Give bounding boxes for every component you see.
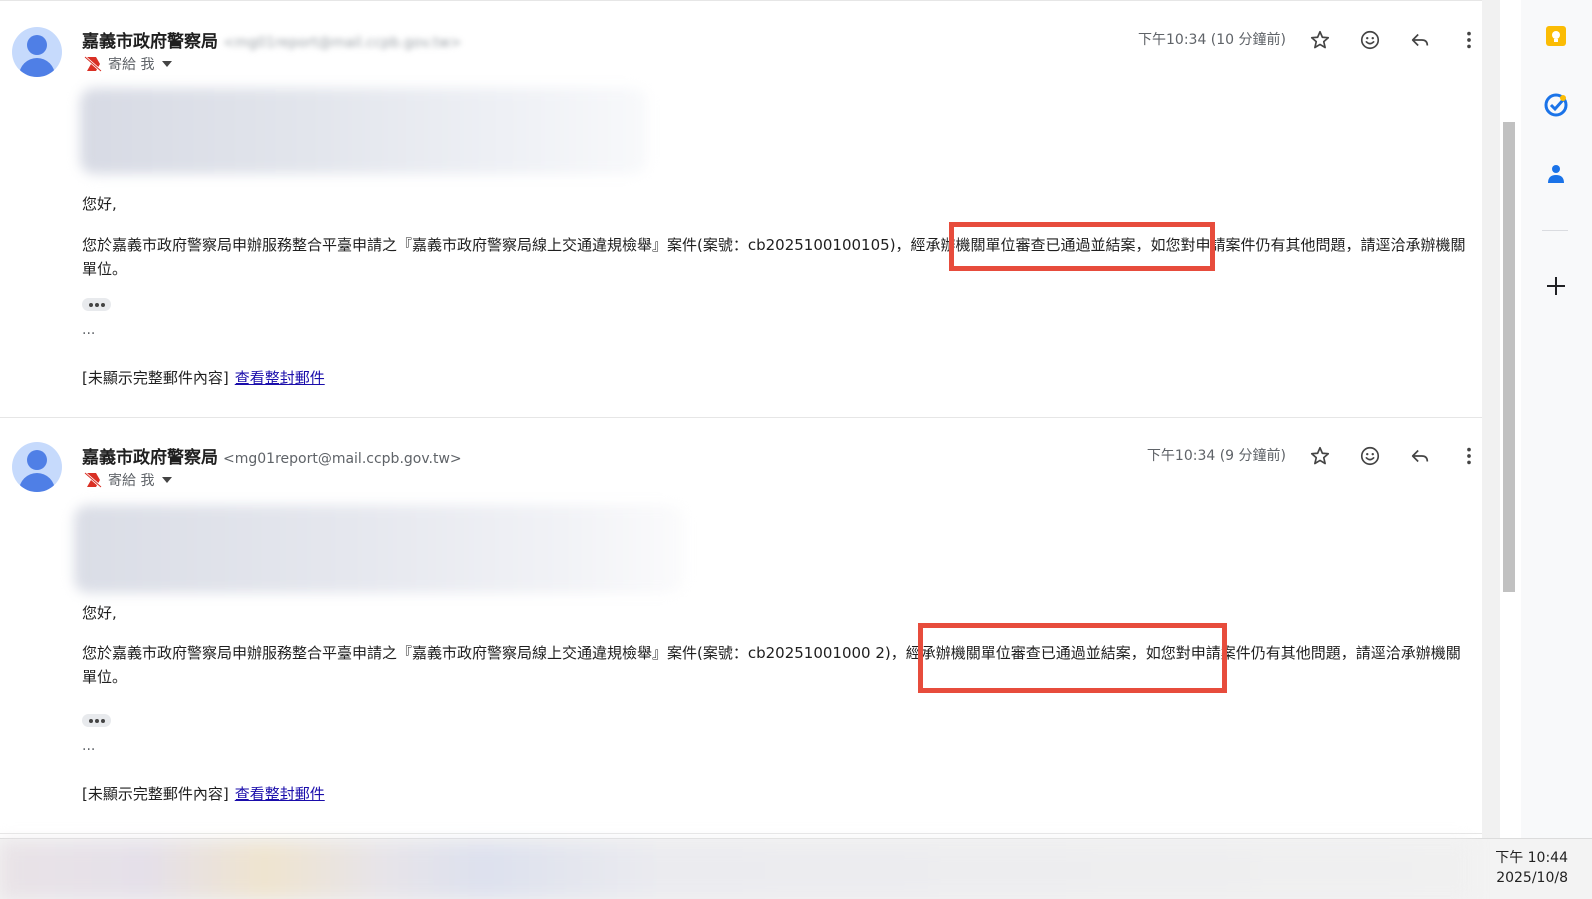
star-icon (1310, 30, 1330, 49)
sender-row: 嘉義市政府警察局 <mg01report@mail.ccpb.gov.tw> (82, 443, 462, 468)
sender-avatar[interactable] (12, 442, 62, 492)
screen: 嘉義市政府警察局 <mg01report@mail.ccpb.gov.tw> 寄… (0, 0, 1592, 899)
side-panel-divider (1542, 230, 1568, 231)
emoji-reaction-icon (1360, 30, 1380, 50)
greeting-text: 您好, (82, 604, 117, 622)
trimmed-ellipsis: ... (82, 738, 96, 754)
redacted-image (74, 505, 684, 593)
ellipsis-dot (100, 718, 105, 723)
clipped-notice: [未顯示完整郵件內容] (82, 785, 229, 803)
add-reaction-button[interactable] (1355, 25, 1385, 55)
more-options-button[interactable] (1454, 25, 1484, 55)
view-entire-message-link[interactable]: 查看整封郵件 (235, 369, 325, 387)
recipient-row[interactable]: 寄給 我 (84, 470, 173, 490)
clipped-message-row: [未顯示完整郵件內容] 查看整封郵件 (82, 367, 325, 388)
email-thread: 嘉義市政府警察局 <mg01report@mail.ccpb.gov.tw> 寄… (0, 0, 1482, 838)
show-trimmed-content-button[interactable] (82, 298, 111, 311)
sender-avatar[interactable] (12, 27, 62, 77)
add-icon (1547, 277, 1565, 295)
redacted-image (80, 88, 647, 174)
highlight-annotation (918, 623, 1227, 693)
avatar-head-shape (27, 35, 47, 55)
email-message-2[interactable]: 嘉義市政府警察局 <mg01report@mail.ccpb.gov.tw> 寄… (0, 418, 1482, 833)
ellipsis-dot (88, 302, 93, 307)
sender-row: 嘉義市政府警察局 <mg01report@mail.ccpb.gov.tw> (82, 27, 462, 52)
important-marker-icon[interactable] (84, 56, 102, 72)
clock-time: 下午 10:44 (1495, 850, 1568, 866)
sender-name[interactable]: 嘉義市政府警察局 (82, 27, 218, 52)
more-vert-icon (1467, 31, 1471, 49)
get-addons-button[interactable] (1540, 270, 1572, 302)
trimmed-ellipsis: ... (82, 322, 96, 338)
sender-name[interactable]: 嘉義市政府警察局 (82, 443, 218, 468)
avatar-head-shape (27, 450, 47, 470)
message-body: 您於嘉義市政府警察局申辦服務整合平臺申請之『嘉義市政府警察局線上交通違規檢舉』案… (82, 644, 1461, 686)
star-button[interactable] (1305, 25, 1335, 55)
recipient-row[interactable]: 寄給 我 (84, 54, 173, 74)
recipient-label: 寄給 我 (108, 473, 155, 489)
greeting-text: 您好, (82, 195, 117, 213)
ellipsis-dot (94, 302, 99, 307)
contacts-icon (1548, 165, 1564, 183)
emoji-reaction-icon (1360, 446, 1380, 466)
keep-button[interactable] (1540, 20, 1572, 52)
clipped-message-row: [未顯示完整郵件內容] 查看整封郵件 (82, 783, 325, 804)
system-clock[interactable]: 下午 10:44 2025/10/8 (1495, 848, 1568, 888)
more-vert-icon (1467, 447, 1471, 465)
star-button[interactable] (1305, 441, 1335, 471)
tasks-button[interactable] (1540, 89, 1572, 121)
avatar-body-shape (19, 473, 55, 492)
ellipsis-dot (100, 302, 105, 307)
redacted-taskbar-apps (0, 842, 1470, 899)
highlight-annotation (949, 222, 1215, 271)
ellipsis-dot (88, 718, 93, 723)
avatar-body-shape (19, 58, 55, 77)
reply-icon (1411, 33, 1429, 47)
scrollbar-thumb[interactable] (1503, 122, 1515, 592)
star-icon (1310, 446, 1330, 465)
more-options-button[interactable] (1454, 441, 1484, 471)
clipped-notice: [未顯示完整郵件內容] (82, 369, 229, 387)
keep-icon (1546, 26, 1566, 46)
clock-date: 2025/10/8 (1496, 870, 1568, 886)
tasks-icon (1544, 93, 1568, 117)
reply-button[interactable] (1405, 441, 1435, 471)
message-timestamp: 下午10:34 (9 分鐘前) (1146, 448, 1286, 464)
ellipsis-dot (94, 718, 99, 723)
view-entire-message-link[interactable]: 查看整封郵件 (235, 785, 325, 803)
message-timestamp: 下午10:34 (10 分鐘前) (1138, 32, 1286, 48)
scrollbar-track[interactable] (1482, 0, 1500, 838)
side-panel (1521, 0, 1592, 838)
show-trimmed-content-button[interactable] (82, 714, 111, 727)
recipient-details-dropdown-icon[interactable] (162, 477, 173, 483)
contacts-button[interactable] (1540, 158, 1572, 190)
reply-icon (1411, 449, 1429, 463)
message-body: 您於嘉義市政府警察局申辦服務整合平臺申請之『嘉義市政府警察局線上交通違規檢舉』案… (82, 236, 1466, 278)
important-marker-icon[interactable] (84, 472, 102, 488)
sender-email: <mg01report@mail.ccpb.gov.tw> (223, 451, 462, 467)
add-reaction-button[interactable] (1355, 441, 1385, 471)
recipient-details-dropdown-icon[interactable] (162, 61, 173, 67)
recipient-label: 寄給 我 (108, 57, 155, 73)
message-divider (0, 833, 1482, 834)
email-message-1[interactable]: 嘉義市政府警察局 <mg01report@mail.ccpb.gov.tw> 寄… (0, 0, 1482, 418)
reply-button[interactable] (1405, 25, 1435, 55)
sender-email: <mg01report@mail.ccpb.gov.tw> (223, 35, 462, 51)
